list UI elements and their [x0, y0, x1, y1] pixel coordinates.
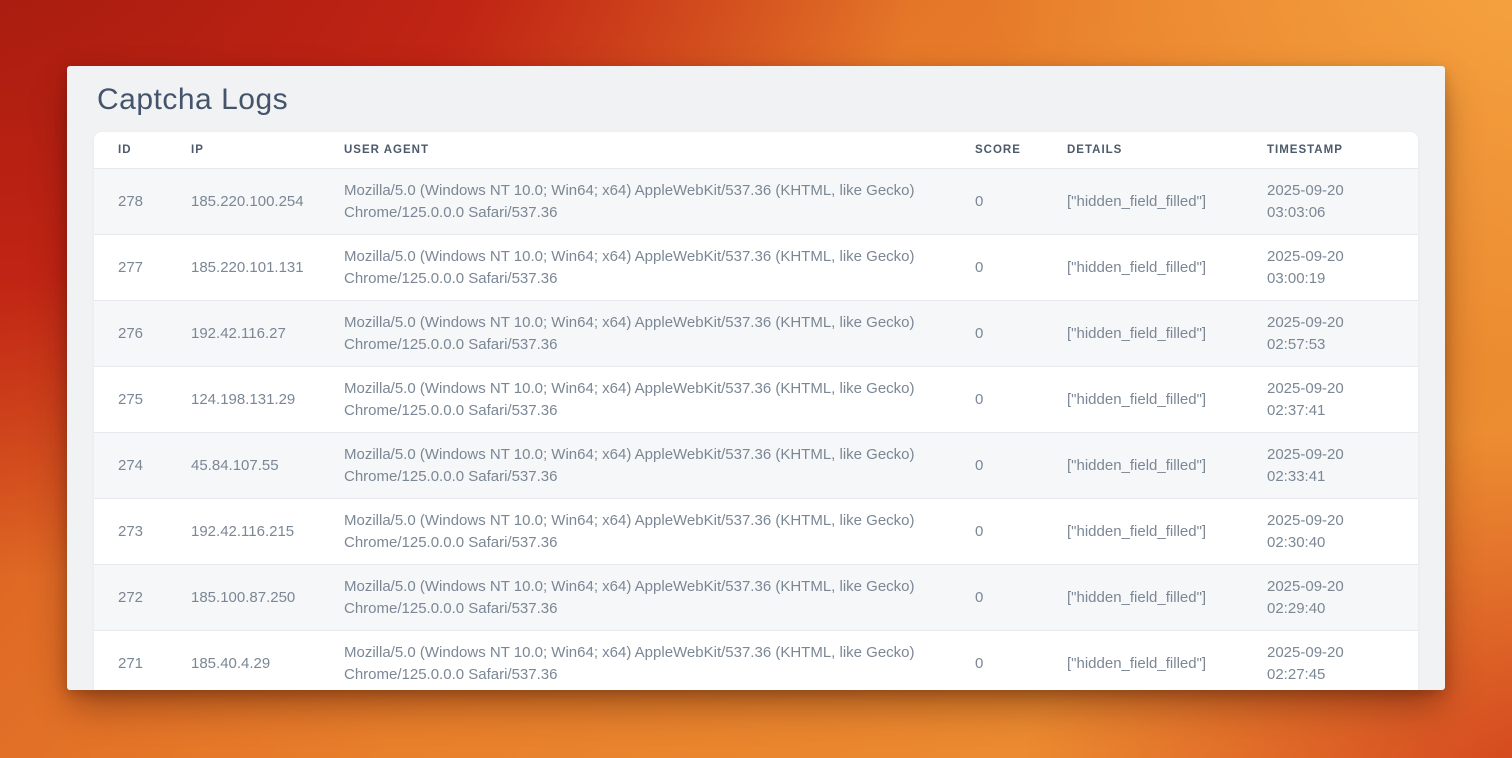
cell-details: ["hidden_field_filled"] — [1043, 301, 1243, 367]
cell-ip: 185.40.4.29 — [167, 631, 320, 691]
table-row: 273 192.42.116.215 Mozilla/5.0 (Windows … — [94, 499, 1418, 565]
cell-ip: 45.84.107.55 — [167, 433, 320, 499]
table-row: 277 185.220.101.131 Mozilla/5.0 (Windows… — [94, 235, 1418, 301]
cell-score: 0 — [951, 367, 1043, 433]
column-header-id: ID — [94, 132, 167, 169]
column-header-ip: IP — [167, 132, 320, 169]
table-row: 276 192.42.116.27 Mozilla/5.0 (Windows N… — [94, 301, 1418, 367]
column-header-score: SCORE — [951, 132, 1043, 169]
table-row: 271 185.40.4.29 Mozilla/5.0 (Windows NT … — [94, 631, 1418, 691]
cell-user-agent: Mozilla/5.0 (Windows NT 10.0; Win64; x64… — [320, 169, 951, 235]
cell-score: 0 — [951, 169, 1043, 235]
cell-ip: 124.198.131.29 — [167, 367, 320, 433]
timestamp-text: 2025-09-20 02:37:41 — [1267, 378, 1372, 421]
timestamp-text: 2025-09-20 02:30:40 — [1267, 510, 1372, 553]
column-header-details: DETAILS — [1043, 132, 1243, 169]
cell-id: 272 — [94, 565, 167, 631]
timestamp-text: 2025-09-20 02:33:41 — [1267, 444, 1372, 487]
cell-score: 0 — [951, 235, 1043, 301]
cell-ip: 185.100.87.250 — [167, 565, 320, 631]
cell-timestamp: 2025-09-20 03:00:19 — [1243, 235, 1418, 301]
cell-score: 0 — [951, 631, 1043, 691]
cell-id: 278 — [94, 169, 167, 235]
cell-ip: 185.220.100.254 — [167, 169, 320, 235]
cell-timestamp: 2025-09-20 02:57:53 — [1243, 301, 1418, 367]
cell-user-agent: Mozilla/5.0 (Windows NT 10.0; Win64; x64… — [320, 367, 951, 433]
cell-timestamp: 2025-09-20 03:03:06 — [1243, 169, 1418, 235]
timestamp-text: 2025-09-20 02:57:53 — [1267, 312, 1372, 355]
cell-user-agent: Mozilla/5.0 (Windows NT 10.0; Win64; x64… — [320, 565, 951, 631]
desktop-background: Captcha Logs ID IP USER AGENT SCORE DETA… — [0, 0, 1512, 758]
cell-ip: 185.220.101.131 — [167, 235, 320, 301]
cell-details: ["hidden_field_filled"] — [1043, 433, 1243, 499]
cell-timestamp: 2025-09-20 02:33:41 — [1243, 433, 1418, 499]
timestamp-text: 2025-09-20 02:27:45 — [1267, 642, 1372, 685]
cell-id: 276 — [94, 301, 167, 367]
cell-id: 275 — [94, 367, 167, 433]
cell-user-agent: Mozilla/5.0 (Windows NT 10.0; Win64; x64… — [320, 499, 951, 565]
page-title: Captcha Logs — [67, 66, 1445, 132]
cell-id: 274 — [94, 433, 167, 499]
timestamp-text: 2025-09-20 03:03:06 — [1267, 180, 1372, 223]
cell-score: 0 — [951, 301, 1043, 367]
table-body: 278 185.220.100.254 Mozilla/5.0 (Windows… — [94, 169, 1418, 691]
cell-timestamp: 2025-09-20 02:27:45 — [1243, 631, 1418, 691]
cell-user-agent: Mozilla/5.0 (Windows NT 10.0; Win64; x64… — [320, 433, 951, 499]
cell-id: 277 — [94, 235, 167, 301]
cell-details: ["hidden_field_filled"] — [1043, 631, 1243, 691]
cell-details: ["hidden_field_filled"] — [1043, 367, 1243, 433]
timestamp-text: 2025-09-20 03:00:19 — [1267, 246, 1372, 289]
cell-details: ["hidden_field_filled"] — [1043, 169, 1243, 235]
table-row: 278 185.220.100.254 Mozilla/5.0 (Windows… — [94, 169, 1418, 235]
logs-table: ID IP USER AGENT SCORE DETAILS TIMESTAMP… — [94, 132, 1418, 690]
timestamp-text: 2025-09-20 02:29:40 — [1267, 576, 1372, 619]
table-row: 274 45.84.107.55 Mozilla/5.0 (Windows NT… — [94, 433, 1418, 499]
cell-ip: 192.42.116.215 — [167, 499, 320, 565]
cell-details: ["hidden_field_filled"] — [1043, 499, 1243, 565]
cell-score: 0 — [951, 433, 1043, 499]
cell-score: 0 — [951, 565, 1043, 631]
cell-score: 0 — [951, 499, 1043, 565]
cell-id: 273 — [94, 499, 167, 565]
cell-ip: 192.42.116.27 — [167, 301, 320, 367]
captcha-logs-card: Captcha Logs ID IP USER AGENT SCORE DETA… — [67, 66, 1445, 690]
cell-user-agent: Mozilla/5.0 (Windows NT 10.0; Win64; x64… — [320, 235, 951, 301]
cell-user-agent: Mozilla/5.0 (Windows NT 10.0; Win64; x64… — [320, 631, 951, 691]
cell-timestamp: 2025-09-20 02:30:40 — [1243, 499, 1418, 565]
cell-details: ["hidden_field_filled"] — [1043, 565, 1243, 631]
table-header-row: ID IP USER AGENT SCORE DETAILS TIMESTAMP — [94, 132, 1418, 169]
column-header-timestamp: TIMESTAMP — [1243, 132, 1418, 169]
table-row: 275 124.198.131.29 Mozilla/5.0 (Windows … — [94, 367, 1418, 433]
logs-table-container: ID IP USER AGENT SCORE DETAILS TIMESTAMP… — [94, 132, 1418, 690]
cell-user-agent: Mozilla/5.0 (Windows NT 10.0; Win64; x64… — [320, 301, 951, 367]
column-header-user-agent: USER AGENT — [320, 132, 951, 169]
table-row: 272 185.100.87.250 Mozilla/5.0 (Windows … — [94, 565, 1418, 631]
cell-details: ["hidden_field_filled"] — [1043, 235, 1243, 301]
cell-timestamp: 2025-09-20 02:29:40 — [1243, 565, 1418, 631]
cell-timestamp: 2025-09-20 02:37:41 — [1243, 367, 1418, 433]
cell-id: 271 — [94, 631, 167, 691]
